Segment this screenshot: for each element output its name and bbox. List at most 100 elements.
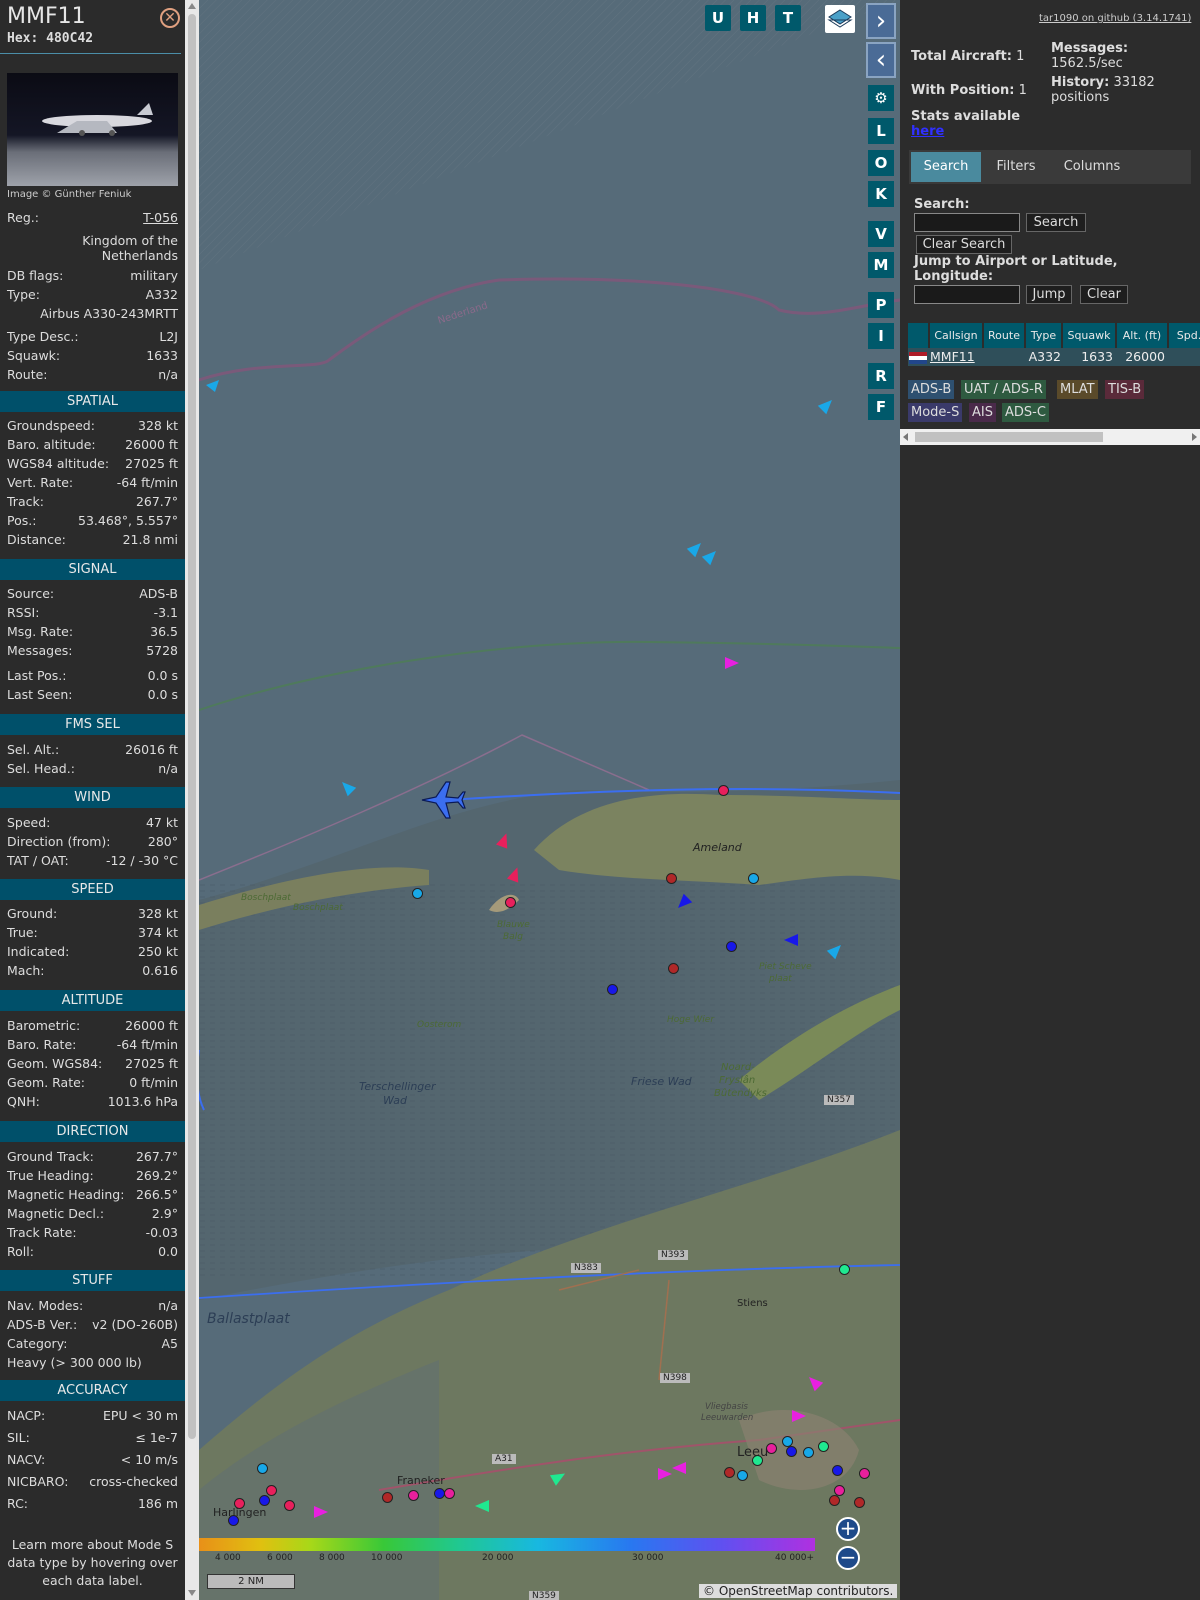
- accuracy-row: NICBARO: cross-checked: [7, 1474, 178, 1492]
- chip-modes[interactable]: Mode-S: [908, 403, 963, 422]
- aircraft-dot-marker[interactable]: [444, 1488, 455, 1499]
- tab-search[interactable]: Search: [911, 152, 981, 182]
- map-button-k[interactable]: K: [868, 181, 894, 207]
- chip-tisb[interactable]: TIS-B: [1105, 380, 1145, 399]
- map-button-h[interactable]: H: [740, 5, 766, 31]
- layers-button[interactable]: [825, 5, 855, 33]
- direction-value: 269.2°: [135, 1168, 178, 1183]
- map-button-i[interactable]: I: [868, 323, 894, 349]
- chip-mlat[interactable]: MLAT: [1057, 380, 1098, 399]
- aircraft-dot-marker[interactable]: [607, 984, 618, 995]
- aircraft-dot-marker[interactable]: [259, 1495, 270, 1506]
- table-scrollbar-thumb[interactable]: [915, 432, 1103, 442]
- aircraft-dot-marker[interactable]: [412, 888, 423, 899]
- search-input[interactable]: [914, 213, 1020, 232]
- col-squawk[interactable]: Squawk: [1063, 323, 1115, 348]
- tab-filters[interactable]: Filters: [984, 152, 1048, 182]
- map-button-o[interactable]: O: [868, 150, 894, 176]
- col-speed[interactable]: Spd.: [1169, 323, 1200, 348]
- section-accuracy: ACCURACY: [0, 1380, 185, 1401]
- aircraft-dot-marker[interactable]: [505, 897, 516, 908]
- aircraft-dot-marker[interactable]: [284, 1500, 295, 1511]
- aircraft-dot-marker[interactable]: [257, 1463, 268, 1474]
- map-button-p[interactable]: P: [868, 292, 894, 318]
- settings-button[interactable]: ⚙: [868, 85, 894, 111]
- stats-link[interactable]: here: [911, 124, 944, 139]
- osm-attribution[interactable]: © OpenStreetMap contributors.: [699, 1584, 898, 1598]
- col-route[interactable]: Route: [984, 323, 1024, 348]
- aircraft-arrow-marker[interactable]: [672, 1462, 686, 1474]
- aircraft-dot-marker[interactable]: [726, 941, 737, 952]
- info-scrollbar-thumb[interactable]: [188, 14, 196, 1439]
- zoom-out-button[interactable]: −: [836, 1546, 860, 1570]
- speed-row: Ground: 328 kt: [7, 906, 178, 924]
- scroll-left-icon[interactable]: [903, 433, 908, 441]
- map-canvas[interactable]: Nederland Ameland Boschplaat Boschplaat …: [199, 0, 900, 1600]
- map-button-t[interactable]: T: [775, 5, 801, 31]
- aircraft-dot-marker[interactable]: [803, 1447, 814, 1458]
- search-button[interactable]: Search: [1026, 213, 1086, 232]
- version-link[interactable]: tar1090 on github (3.14.1741): [1039, 13, 1191, 24]
- col-type[interactable]: Type: [1026, 323, 1061, 348]
- info-scrollbar[interactable]: [185, 0, 199, 1600]
- scroll-down-icon[interactable]: [188, 1590, 196, 1596]
- expand-sidebar-button[interactable]: ›: [866, 3, 896, 39]
- aircraft-arrow-marker[interactable]: [314, 1506, 328, 1518]
- scroll-up-icon[interactable]: [188, 3, 196, 9]
- scale-tick-label: 10 000: [371, 1553, 403, 1563]
- aircraft-dot-marker[interactable]: [839, 1264, 850, 1275]
- clear-search-button[interactable]: Clear Search: [916, 235, 1012, 254]
- map-button-r[interactable]: R: [868, 363, 894, 389]
- aircraft-dot-marker[interactable]: [718, 785, 729, 796]
- jump-button[interactable]: Jump: [1026, 285, 1072, 304]
- close-icon[interactable]: ✕: [160, 8, 180, 28]
- aircraft-dot-marker[interactable]: [668, 963, 679, 974]
- aircraft-dot-marker[interactable]: [724, 1467, 735, 1478]
- aircraft-dot-marker[interactable]: [854, 1497, 865, 1508]
- chip-ais[interactable]: AIS: [969, 403, 996, 422]
- map-button-u[interactable]: U: [705, 5, 731, 31]
- table-horizontal-scrollbar[interactable]: [900, 429, 1200, 445]
- aircraft-dot-marker[interactable]: [737, 1470, 748, 1481]
- row-callsign[interactable]: MMF11: [930, 348, 982, 366]
- tab-columns[interactable]: Columns: [1051, 152, 1133, 182]
- jump-input[interactable]: [914, 285, 1020, 304]
- aircraft-arrow-marker[interactable]: [792, 1410, 806, 1422]
- map-button-m[interactable]: M: [868, 252, 894, 278]
- collapse-sidebar-button[interactable]: ‹: [866, 42, 896, 78]
- chip-adsb[interactable]: ADS-B: [908, 380, 955, 399]
- direction-label: Track Rate:: [7, 1225, 77, 1240]
- accuracy-label: NICBARO:: [7, 1474, 69, 1489]
- map-button-f[interactable]: F: [868, 394, 894, 420]
- map-button-l[interactable]: L: [868, 118, 894, 144]
- spatial-value: 21.8 nmi: [122, 532, 178, 547]
- aircraft-dot-marker[interactable]: [832, 1465, 843, 1476]
- aircraft-photo[interactable]: [7, 73, 178, 186]
- map-button-v[interactable]: V: [868, 221, 894, 247]
- chip-adsc[interactable]: ADS-C: [1002, 403, 1049, 422]
- aircraft-dot-marker[interactable]: [408, 1490, 419, 1501]
- aircraft-arrow-marker[interactable]: [658, 1468, 672, 1480]
- aircraft-arrow-marker[interactable]: [725, 657, 739, 669]
- scroll-right-icon[interactable]: [1192, 433, 1197, 441]
- zoom-in-button[interactable]: +: [836, 1517, 860, 1541]
- altitude-row: Geom. Rate: 0 ft/min: [7, 1075, 178, 1093]
- col-altitude[interactable]: Alt. (ft): [1117, 323, 1167, 348]
- aircraft-dot-marker[interactable]: [786, 1446, 797, 1457]
- squawk-value: 1633: [146, 348, 178, 363]
- aircraft-dot-marker[interactable]: [666, 873, 677, 884]
- chip-uat[interactable]: UAT / ADS-R: [961, 380, 1046, 399]
- aircraft-dot-marker[interactable]: [382, 1492, 393, 1503]
- aircraft-dot-marker[interactable]: [859, 1468, 870, 1479]
- aircraft-arrow-marker[interactable]: [784, 934, 798, 946]
- spatial-label: Distance:: [7, 532, 66, 547]
- info-header: MMF11 Hex: 480C42 ✕: [0, 0, 181, 54]
- reg-link[interactable]: T-056: [143, 210, 178, 225]
- aircraft-dot-marker[interactable]: [818, 1441, 829, 1452]
- aircraft-arrow-marker[interactable]: [475, 1500, 489, 1512]
- aircraft-dot-marker[interactable]: [748, 873, 759, 884]
- aircraft-dot-marker[interactable]: [829, 1495, 840, 1506]
- clear-button[interactable]: Clear: [1080, 285, 1128, 304]
- aircraft-dot-marker[interactable]: [266, 1485, 277, 1496]
- col-callsign[interactable]: Callsign: [930, 323, 982, 348]
